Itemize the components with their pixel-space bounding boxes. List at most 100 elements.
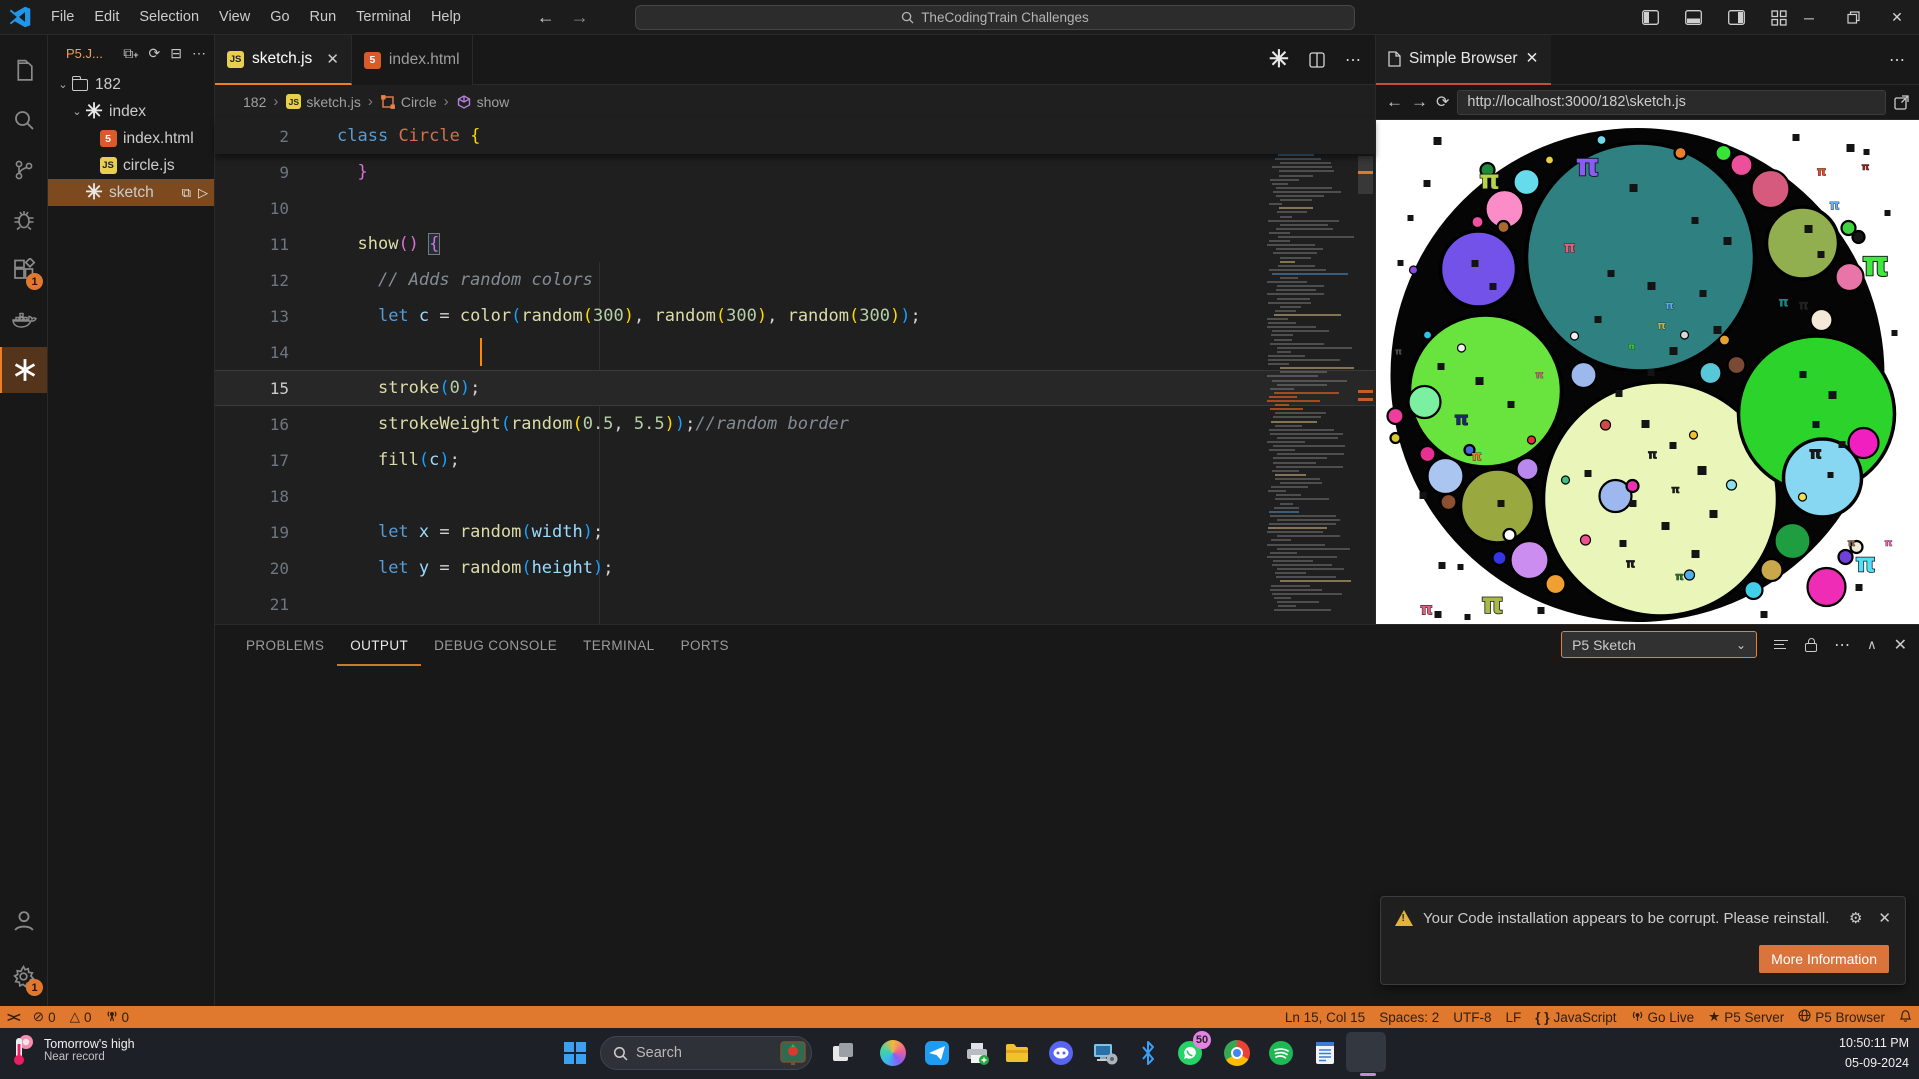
status-javascript[interactable]: { }JavaScript: [1528, 1006, 1623, 1028]
split-editor-icon[interactable]: [1309, 52, 1325, 68]
activity-p5[interactable]: [0, 347, 47, 393]
status-lf[interactable]: LF: [1498, 1006, 1528, 1028]
more-information-button[interactable]: More Information: [1759, 945, 1889, 973]
panel-more-actions-icon[interactable]: ⋯: [1889, 50, 1905, 70]
menu-view[interactable]: View: [209, 0, 260, 35]
breadcrumb-Circle[interactable]: Circle: [380, 94, 437, 110]
editor-tab-index.html[interactable]: 5index.html: [352, 35, 473, 85]
activity-explorer[interactable]: [0, 47, 47, 93]
tree-item-182[interactable]: ⌄182: [48, 71, 214, 98]
maximize-panel-icon[interactable]: ∧: [1867, 637, 1877, 653]
panel-more-icon[interactable]: ⋯: [1834, 635, 1850, 655]
panel-tab-debug-console[interactable]: DEBUG CONSOLE: [421, 625, 570, 666]
refresh-icon[interactable]: ⟳: [149, 45, 161, 62]
code-line-10[interactable]: 10: [215, 190, 1375, 226]
close-panel-icon[interactable]: ✕: [1894, 635, 1907, 655]
code-line-11[interactable]: 11 show() {: [215, 226, 1375, 262]
status-spaces-2[interactable]: Spaces: 2: [1372, 1006, 1446, 1028]
code-line-19[interactable]: 19 let x = random(width);: [215, 514, 1375, 550]
editor-tab-sketch.js[interactable]: JSsketch.js✕: [215, 35, 352, 85]
minimize-button[interactable]: ─: [1787, 0, 1831, 35]
tree-item-index[interactable]: ⌄✳index: [48, 98, 214, 125]
activity-search[interactable]: [0, 97, 47, 143]
sketch-run-actions[interactable]: ⧉▷: [182, 185, 208, 201]
toggle-sidebar-icon[interactable]: [1642, 10, 1659, 25]
taskbar-icon-mail[interactable]: [922, 1038, 952, 1068]
editor-scrollbar[interactable]: [1358, 154, 1375, 624]
browser-back-icon[interactable]: ←: [1386, 92, 1403, 112]
more-actions-icon[interactable]: ⋯: [192, 45, 206, 62]
taskbar-icon-printer[interactable]: [962, 1038, 992, 1068]
code-line-17[interactable]: 17 fill(c);: [215, 442, 1375, 478]
activity-settings[interactable]: 1: [0, 953, 47, 999]
status-p5-server[interactable]: ★P5 Server: [1701, 1006, 1791, 1028]
breadcrumb[interactable]: 182›JSsketch.js›Circle›show: [215, 85, 1375, 118]
tree-item-sketch[interactable]: ✳sketch⧉▷: [48, 179, 214, 206]
status-bell[interactable]: [1892, 1006, 1919, 1028]
code-line-16[interactable]: 16 strokeWeight(random(0.5, 5.5));//rand…: [215, 406, 1375, 442]
code-line-18[interactable]: 18: [215, 478, 1375, 514]
taskbar-icon-task-view[interactable]: [828, 1038, 858, 1068]
status-error[interactable]: ⊘0: [26, 1006, 63, 1028]
code-line-20[interactable]: 20 let y = random(height);: [215, 550, 1375, 586]
taskbar-icon-discord[interactable]: [1046, 1038, 1076, 1068]
code-editor[interactable]: 9 }1011 show() {12 // Adds random colors…: [215, 154, 1375, 624]
url-input[interactable]: http://localhost:3000/182\sketch.js: [1457, 90, 1886, 115]
activity-source-control[interactable]: [0, 147, 47, 193]
close-tab-icon[interactable]: ✕: [326, 50, 339, 68]
clear-output-icon[interactable]: [1774, 639, 1788, 651]
taskbar-icon-spotify[interactable]: [1266, 1038, 1296, 1068]
toast-settings-gear-icon[interactable]: ⚙: [1849, 909, 1862, 927]
editor-more-actions-icon[interactable]: ⋯: [1345, 50, 1361, 70]
collapse-all-icon[interactable]: ⊟: [170, 45, 182, 62]
customize-layout-icon[interactable]: [1771, 10, 1787, 26]
menu-file[interactable]: File: [41, 0, 84, 35]
browser-forward-icon[interactable]: →: [1411, 92, 1428, 112]
status-p5-browser[interactable]: P5 Browser: [1791, 1006, 1892, 1028]
menu-selection[interactable]: Selection: [129, 0, 209, 35]
nav-forward-icon[interactable]: →: [571, 7, 589, 28]
sketch-canvas[interactable]: ππππππππππππππππππππππππππ: [1376, 120, 1919, 624]
activity-accounts[interactable]: [0, 898, 47, 944]
taskbar-icon-whatsapp[interactable]: 50: [1175, 1038, 1205, 1068]
taskbar-icon-vscode[interactable]: [1352, 1038, 1382, 1068]
p5-run-icon[interactable]: ✳: [1269, 48, 1289, 72]
taskbar-icon-copilot[interactable]: [878, 1038, 908, 1068]
menu-help[interactable]: Help: [421, 0, 471, 35]
restore-button[interactable]: [1831, 0, 1875, 35]
status-warning[interactable]: △0: [63, 1006, 99, 1028]
menu-go[interactable]: Go: [260, 0, 299, 35]
taskbar-clock[interactable]: 10:50:11 PM 05-09-2024: [1839, 1033, 1909, 1073]
menu-run[interactable]: Run: [300, 0, 347, 35]
taskbar-icon-notepad[interactable]: [1310, 1038, 1340, 1068]
panel-tab-ports[interactable]: PORTS: [668, 625, 742, 666]
activity-debug-bug[interactable]: [0, 197, 47, 243]
status-tower[interactable]: 0: [99, 1006, 137, 1028]
code-line-12[interactable]: 12 // Adds random colors: [215, 262, 1375, 298]
activity-extensions[interactable]: 1: [0, 247, 47, 293]
code-line-14[interactable]: 14: [215, 334, 1375, 370]
toggle-secondary-sidebar-icon[interactable]: [1728, 10, 1745, 25]
panel-tab-problems[interactable]: PROBLEMS: [233, 625, 337, 666]
code-line-13[interactable]: 13 let c = color(random(300), random(300…: [215, 298, 1375, 334]
menu-terminal[interactable]: Terminal: [346, 0, 421, 35]
status-remote[interactable]: ><: [0, 1006, 26, 1028]
taskbar-icon-files-app[interactable]: [1002, 1038, 1032, 1068]
lock-scroll-icon[interactable]: [1805, 643, 1817, 652]
taskbar-icon-chrome[interactable]: [1222, 1038, 1252, 1068]
breadcrumb-182[interactable]: 182: [239, 94, 266, 110]
weather-widget[interactable]: Tomorrow's high Near record: [10, 1034, 135, 1066]
tab-simple-browser[interactable]: Simple Browser ✕: [1376, 35, 1551, 85]
breadcrumb-sketch.js[interactable]: JSsketch.js: [285, 94, 360, 110]
close-tab-icon[interactable]: ✕: [1526, 49, 1539, 68]
taskbar-icon-pc-settings[interactable]: [1090, 1038, 1120, 1068]
status-ln-15-col-15[interactable]: Ln 15, Col 15: [1278, 1006, 1372, 1028]
menu-edit[interactable]: Edit: [84, 0, 129, 35]
status-go-live[interactable]: Go Live: [1624, 1006, 1702, 1028]
tree-item-circle.js[interactable]: JScircle.js: [48, 152, 214, 179]
minimap[interactable]: [1265, 154, 1358, 624]
new-file-icon[interactable]: ⧉+: [123, 45, 138, 62]
code-line-15[interactable]: 15 stroke(0);: [215, 370, 1375, 406]
toast-close-icon[interactable]: ✕: [1878, 909, 1891, 927]
taskbar-search[interactable]: Search: [600, 1036, 812, 1070]
